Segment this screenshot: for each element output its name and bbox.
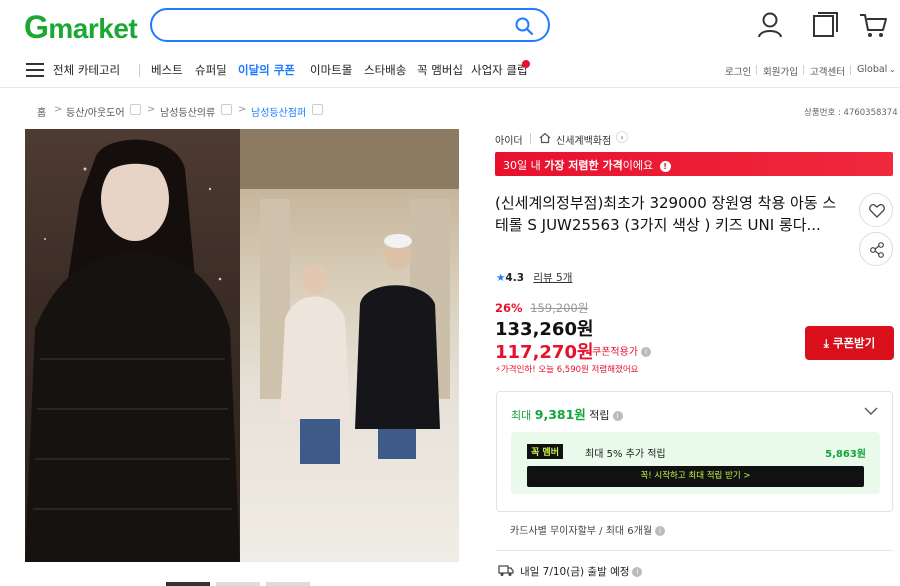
original-price: 159,200원 — [530, 301, 589, 315]
info-icon[interactable]: i — [612, 411, 623, 421]
chevron-down-icon[interactable] — [864, 406, 878, 416]
review-count-link[interactable]: 리뷰 5개 — [533, 272, 572, 284]
price-drop-text: 가격인하! 오늘 6,590원 저렴해졌어요 — [500, 365, 639, 375]
nav-right-divider — [803, 65, 804, 75]
logo-text: market — [48, 13, 138, 44]
nav-divider — [139, 64, 140, 77]
membership-amount: 5,863원 — [825, 449, 866, 460]
chevron-down-icon[interactable] — [312, 104, 323, 115]
chevron-right-icon[interactable]: › — [616, 131, 628, 143]
share-icon — [870, 242, 884, 258]
banner-suffix: 이에요 — [622, 159, 654, 172]
nav-item-superdeal[interactable]: 슈퍼딜 — [195, 62, 227, 78]
nav-item-membership[interactable]: 꼭 멤버십 — [417, 62, 463, 78]
divider — [530, 133, 531, 144]
membership-start-button[interactable]: 꼭! 시작하고 최대 적립 받기 > — [527, 466, 864, 487]
coupon-price-label-text: 쿠폰적용가 — [592, 347, 638, 358]
rating-row: ★4.3 리뷰 5개 — [496, 270, 572, 285]
membership-box: 꼭 멤버 최대 5% 추가 적립 5,863원 꼭! 시작하고 최대 적립 받기… — [511, 432, 880, 494]
breadcrumb-home[interactable]: 홈 — [37, 104, 46, 119]
nav-item-monthly-coupon[interactable]: 이달의 쿠폰 — [238, 62, 295, 78]
recent-items-icon[interactable] — [810, 10, 840, 40]
image-thumbnail[interactable] — [166, 582, 210, 586]
product-number: 상품번호 : 4760358374 — [804, 108, 898, 118]
hamburger-menu-icon[interactable] — [26, 62, 46, 78]
membership-benefit: 최대 5% 추가 적립 — [585, 449, 666, 460]
breadcrumb-separator: > — [54, 104, 63, 115]
rating-score: 4.3 — [505, 272, 525, 284]
info-icon[interactable]: i — [632, 567, 643, 577]
customer-center-link[interactable]: 고객센터 — [810, 64, 845, 78]
chevron-down-icon[interactable] — [130, 104, 141, 115]
header: Gmarket — [0, 0, 900, 50]
nav-right-divider — [756, 65, 757, 75]
nav-right-divider — [850, 65, 851, 75]
nav-item-business-club[interactable]: 사업자 클럽 — [471, 62, 528, 78]
main-nav: 전체 카테고리 베스트 슈퍼딜 이달의 쿠폰 이마트몰 스타배송 꼭 멤버십 사… — [0, 52, 900, 88]
installment-info: 카드사별 무이자할부 / 최대 6개월 i — [510, 522, 666, 537]
nav-item-star-delivery[interactable]: 스타배송 — [364, 62, 406, 78]
model-photo — [25, 139, 240, 562]
nav-item-emart-mall[interactable]: 이마트몰 — [310, 62, 352, 78]
breadcrumb-separator: > — [238, 104, 247, 115]
heart-icon — [869, 204, 885, 218]
image-thumbnail[interactable] — [266, 582, 310, 586]
truck-icon — [498, 565, 514, 576]
discount-row: 26% 159,200원 — [495, 300, 588, 316]
banner-prefix: 30일 내 — [503, 159, 545, 172]
info-icon[interactable]: ! — [659, 161, 671, 172]
product-title: (신세계의정부점)최초가 329000 장원영 착용 아동 스테롤 S JUW2… — [495, 194, 837, 234]
download-icon: ⤓ — [823, 336, 829, 350]
breadcrumb-separator: > — [147, 104, 156, 115]
section-divider — [496, 550, 893, 551]
new-badge — [522, 60, 530, 68]
share-button[interactable] — [859, 232, 893, 266]
discount-rate: 26% — [495, 301, 523, 315]
kids-photo — [240, 129, 459, 464]
all-categories-link[interactable]: 전체 카테고리 — [53, 62, 120, 78]
info-icon[interactable]: i — [655, 526, 666, 536]
search-bar[interactable] — [150, 8, 550, 42]
get-coupon-button[interactable]: ⤓ 쿠폰받기 — [805, 326, 894, 360]
star-icon: ★ — [496, 272, 506, 284]
logo-g: G — [24, 9, 49, 45]
breadcrumb-item[interactable]: 남성등산의류 — [160, 104, 215, 119]
search-icon[interactable] — [514, 16, 534, 36]
nav-item-best[interactable]: 베스트 — [151, 62, 183, 78]
store-name[interactable]: 신세계백화점 — [556, 132, 611, 147]
price-drop-notice: ⚡가격인하! 오늘 6,590원 저렴해졌어요 — [495, 363, 638, 375]
banner-highlight: 가장 저렴한 가격 — [544, 159, 623, 172]
wishlist-button[interactable] — [859, 193, 893, 227]
shipping-info: 내일 7/10(금) 출발 예정 i — [520, 564, 643, 579]
login-link[interactable]: 로그인 — [725, 64, 751, 78]
membership-badge: 꼭 멤버 — [527, 444, 563, 459]
signup-link[interactable]: 회원가입 — [763, 64, 798, 78]
chevron-down-icon[interactable] — [221, 104, 232, 115]
user-icon[interactable] — [755, 10, 785, 40]
info-icon[interactable]: i — [641, 347, 651, 357]
cart-icon[interactable] — [858, 10, 888, 40]
coupon-applied-price: 117,270원 — [495, 342, 594, 363]
max-points: 최대 9,381원 적립 i — [511, 404, 623, 423]
coupon-price-label: 쿠폰적용가 i — [592, 343, 651, 358]
points-amount: 9,381원 — [534, 407, 586, 422]
installment-text: 카드사별 무이자할부 / 최대 6개월 — [510, 526, 653, 537]
product-image-secondary[interactable] — [240, 129, 459, 562]
image-thumbnail[interactable] — [216, 582, 260, 586]
points-prefix: 최대 — [511, 409, 535, 422]
breadcrumb-item-current[interactable]: 남성등산점퍼 — [251, 104, 306, 119]
brand-name[interactable]: 아이더 — [495, 132, 523, 147]
lowest-price-banner: 30일 내 가장 저렴한 가격이에요 ! — [495, 152, 893, 176]
global-link[interactable]: Global — [857, 64, 887, 75]
product-image-main[interactable] — [25, 129, 240, 562]
points-suffix: 적립 — [585, 409, 610, 422]
breadcrumb-item[interactable]: 등산/아웃도어 — [66, 104, 125, 119]
chevron-down-icon[interactable]: ⌄ — [889, 65, 896, 74]
store-home-icon — [539, 132, 551, 144]
points-panel: 최대 9,381원 적립 i 꼭 멤버 최대 5% 추가 적립 5,863원 꼭!… — [496, 391, 893, 512]
gmarket-logo[interactable]: Gmarket — [24, 9, 138, 46]
coupon-button-label: 쿠폰받기 — [832, 336, 876, 350]
shipping-text: 내일 7/10(금) 출발 예정 — [520, 566, 630, 578]
